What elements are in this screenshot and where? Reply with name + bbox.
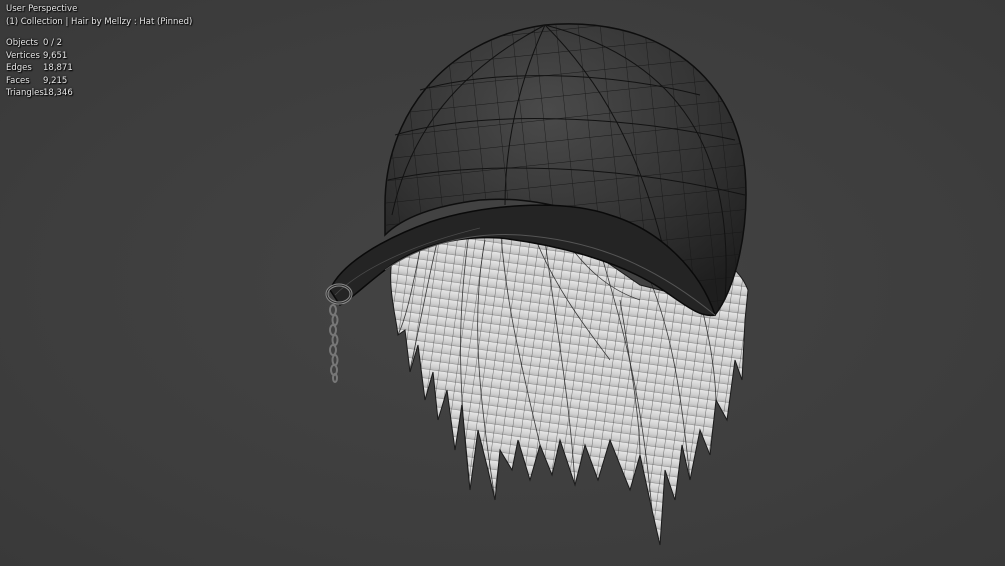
stat-row-objects: Objects 0 / 2 — [6, 37, 192, 50]
stat-value: 9,215 — [43, 75, 68, 86]
stat-row-edges: Edges 18,871 — [6, 62, 192, 75]
stat-value: 18,871 — [43, 63, 73, 73]
stat-row-vertices: Vertices 9,651 — [6, 50, 192, 63]
stat-row-triangles: Triangles 18,346 — [6, 87, 192, 100]
viewport-info-overlay: User Perspective (1) Collection | Hair b… — [6, 3, 192, 100]
stat-label: Faces — [6, 75, 30, 86]
stat-value: 0 / 2 — [43, 38, 63, 48]
view-name: User Perspective — [6, 4, 78, 14]
3d-viewport[interactable]: User Perspective (1) Collection | Hair b… — [0, 0, 1005, 566]
stat-label: Edges — [6, 63, 32, 73]
stat-label: Objects — [6, 38, 39, 48]
stat-row-faces: Faces 9,215 — [6, 75, 192, 88]
collection-info: (1) Collection | Hair by Mellzy : Hat (P… — [6, 16, 193, 27]
stat-value: 9,651 — [43, 50, 68, 61]
chain-links — [329, 304, 339, 383]
stat-label: Triangles — [6, 88, 44, 98]
stat-value: 18,346 — [43, 88, 73, 98]
stat-label: Vertices — [6, 50, 40, 61]
